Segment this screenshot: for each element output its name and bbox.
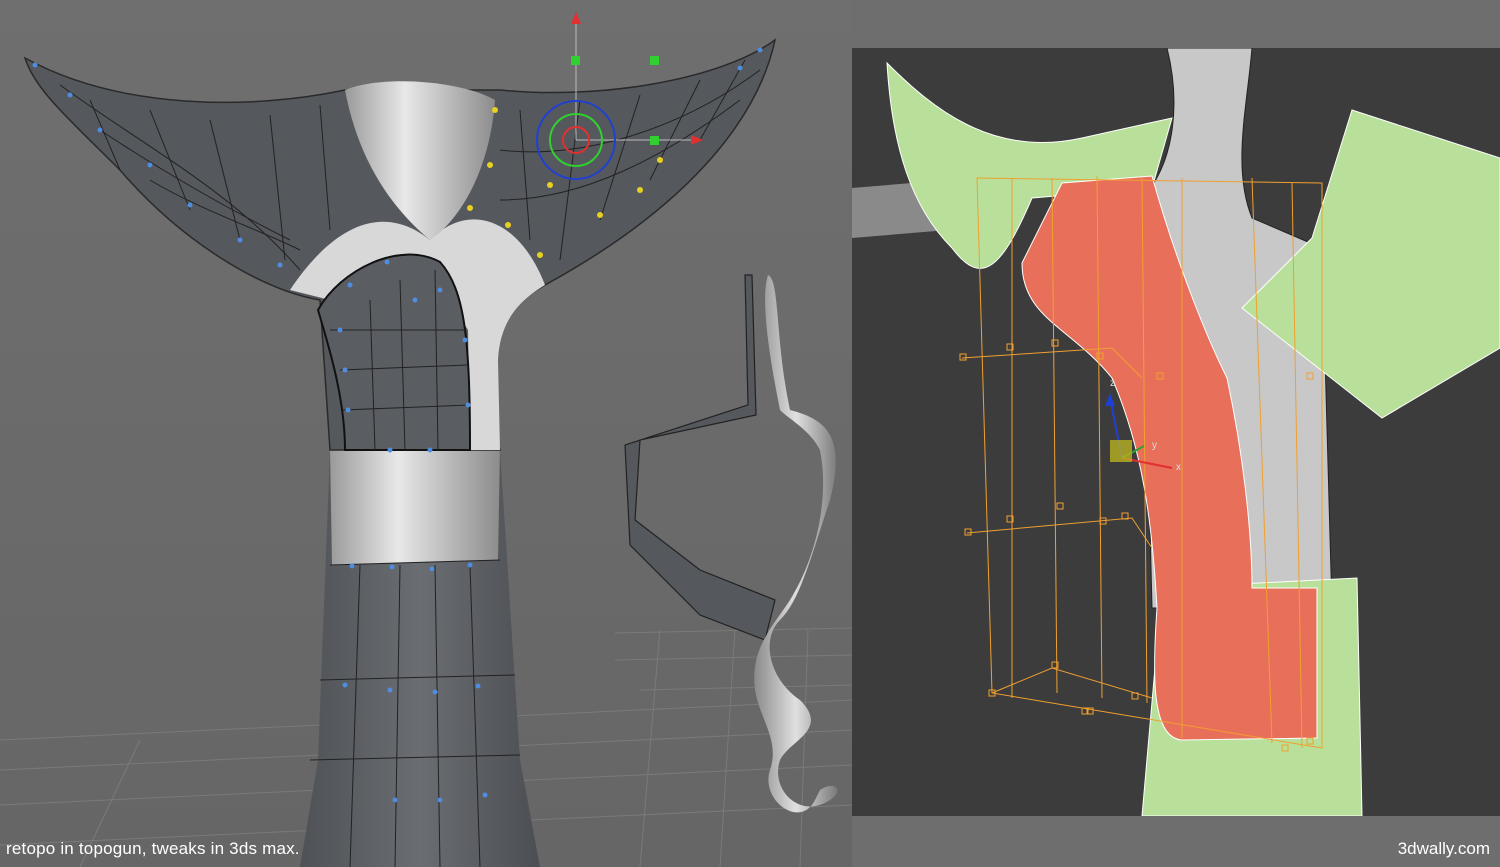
watermark-text: 3dwally.com: [1397, 839, 1490, 858]
right-viewport[interactable]: z x y: [852, 48, 1500, 816]
caption-text: retopo in topogun, tweaks in 3ds max.: [6, 839, 300, 858]
arm-model: [624, 274, 838, 813]
white-band: [330, 448, 500, 565]
axis-label-x: x: [1176, 462, 1181, 473]
left-viewport[interactable]: [0, 0, 852, 867]
max-scene: z x y: [852, 48, 1500, 816]
axis-label-z: z: [1110, 378, 1115, 389]
axis-label-y: y: [1152, 440, 1157, 451]
topogun-scene: [0, 12, 852, 867]
